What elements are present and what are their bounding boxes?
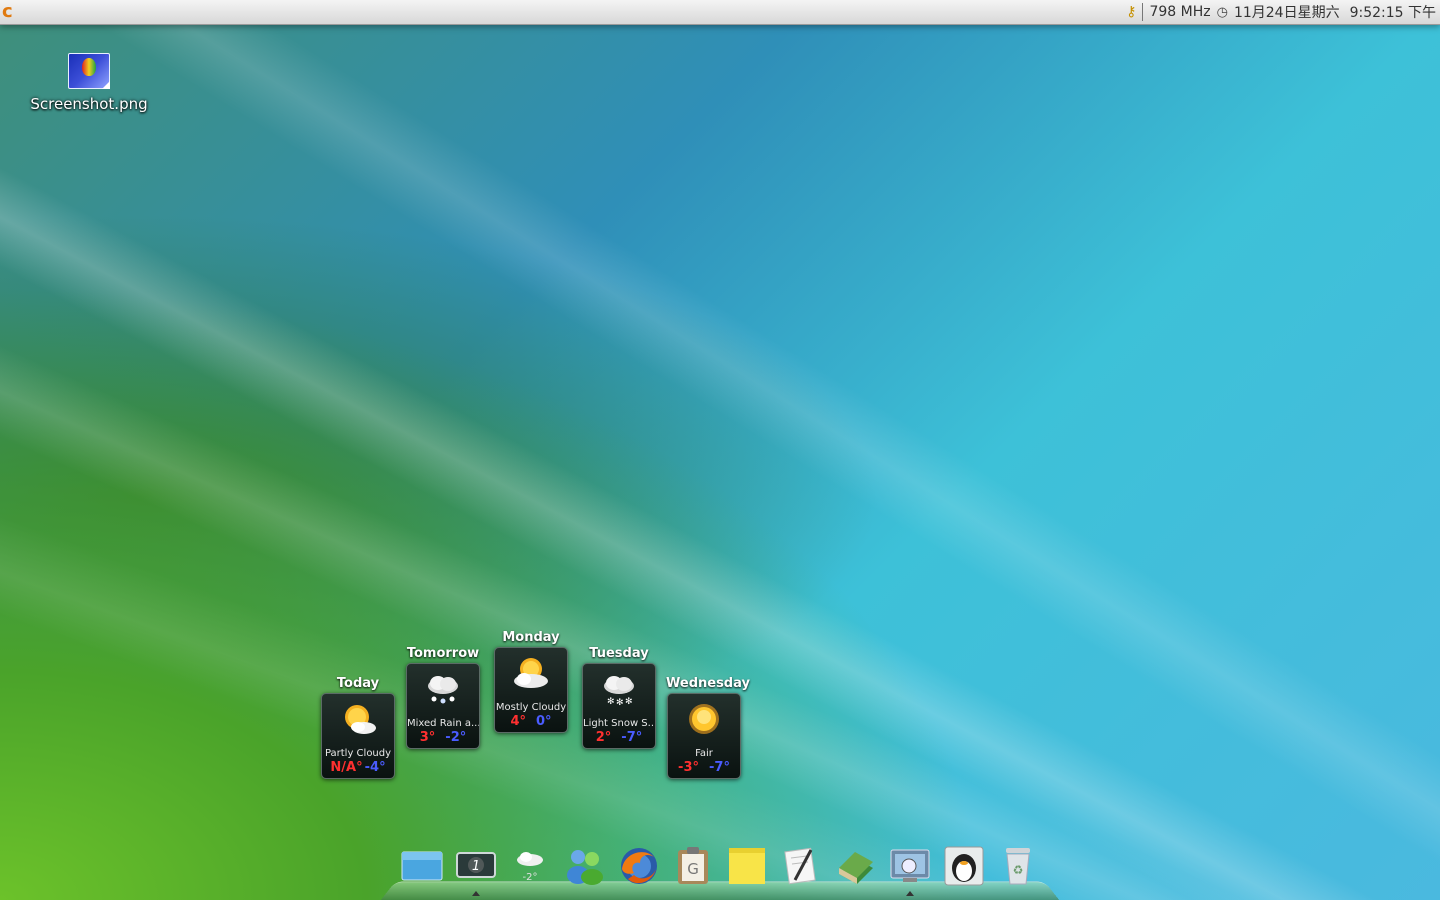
weather-day-wednesday[interactable]: Wednesday Fair -3° -7° [666, 676, 750, 779]
dock-sticky-notes[interactable] [725, 844, 769, 888]
weather-card[interactable]: Mostly Cloudy 4° 0° [494, 647, 568, 733]
svg-text:♻: ♻ [1013, 863, 1024, 877]
svg-text:G: G [687, 860, 699, 878]
mostly-cloudy-icon [514, 658, 548, 688]
dock-qq[interactable] [942, 844, 986, 888]
trash-icon: ♻ [1005, 848, 1030, 885]
screenshot-tool-icon [890, 849, 930, 882]
workspace-number: 1 [472, 859, 480, 874]
weather-condition: Fair [695, 748, 713, 759]
weather-condition: Mixed Rain a... [407, 718, 479, 729]
running-indicator [472, 891, 481, 896]
temp-low: -4° [364, 760, 386, 775]
weather-icon: -2° [517, 852, 544, 883]
desktop-file-label[interactable]: Screenshot.png [28, 95, 150, 113]
weather-day-tuesday[interactable]: Tuesday ✻ ✻ ✻ Light Snow S... 2° -7° [581, 646, 657, 749]
weather-temps: -3° -7° [668, 760, 740, 775]
svg-text:✻: ✻ [625, 697, 633, 706]
dictionary-icon [839, 852, 874, 884]
dock: 1 -2° G ♻ [400, 842, 1040, 896]
weather-condition: Light Snow S... [583, 718, 655, 729]
weather-badge: -2° [523, 872, 538, 883]
weather-condition: Partly Cloudy [324, 748, 392, 759]
rain-snow-icon [428, 676, 458, 704]
dock-trash[interactable]: ♻ [996, 844, 1040, 888]
weather-card[interactable]: Mixed Rain a... 3° -2° [406, 663, 480, 749]
dock-workspace-switcher[interactable]: 1 [454, 844, 498, 896]
svg-text:✻: ✻ [616, 698, 624, 706]
sun-icon [689, 704, 719, 734]
desktop-file-screenshot[interactable]: Screenshot.png [28, 53, 150, 113]
temp-high: 2° [595, 730, 612, 745]
weather-card[interactable]: Fair -3° -7° [667, 693, 741, 779]
partly-cloudy-icon [345, 705, 376, 734]
panel-tray: ⚷ 798 MHz ◷ 11月24日星期六 9:52:15 下午 [1126, 2, 1440, 22]
weather-day-today[interactable]: Today Partly Cloudy N/A° -4° [320, 676, 396, 779]
firefox-icon [620, 848, 657, 884]
dock-contacts[interactable] [563, 844, 607, 888]
weather-day-name: Monday [502, 630, 560, 645]
running-indicator [905, 891, 914, 896]
desktop-icon [401, 851, 443, 881]
dock-show-desktop[interactable] [400, 844, 444, 888]
svg-text:✻: ✻ [607, 697, 615, 706]
temp-low: -7° [621, 730, 643, 745]
panel-date[interactable]: 11月24日星期六 [1234, 2, 1340, 22]
qq-penguin-icon [944, 846, 984, 886]
top-panel: c ⚷ 798 MHz ◷ 11月24日星期六 9:52:15 下午 [0, 0, 1440, 25]
temp-low: 0° [536, 714, 552, 729]
weather-temps: N/A° -4° [322, 760, 394, 775]
dock-firefox[interactable] [617, 844, 661, 888]
weather-temps: 2° -7° [583, 730, 655, 745]
temp-high: N/A° [330, 760, 363, 775]
temp-high: -3° [678, 760, 699, 775]
contacts-icon [566, 850, 603, 885]
clock-icon: ◷ [1216, 4, 1228, 20]
dock-screenshot-tool[interactable] [888, 844, 932, 896]
image-file-icon[interactable] [68, 53, 110, 89]
weather-day-tomorrow[interactable]: Tomorrow Mixed Rain a... 3° -2° [405, 646, 481, 749]
temp-high: 4° [510, 714, 526, 729]
weather-temps: 3° -2° [407, 730, 479, 745]
weather-card[interactable]: Partly Cloudy N/A° -4° [321, 693, 395, 779]
weather-card[interactable]: ✻ ✻ ✻ Light Snow S... 2° -7° [582, 663, 656, 749]
weather-day-name: Today [336, 676, 380, 691]
main-menu-icon[interactable]: c [2, 3, 20, 21]
dock-text-editor[interactable] [779, 844, 823, 888]
weather-day-name: Wednesday [666, 676, 750, 691]
weather-condition: Mostly Cloudy [495, 702, 567, 713]
weather-day-name: Tomorrow [406, 646, 480, 661]
temp-low: -2° [445, 730, 467, 745]
temp-high: 3° [419, 730, 436, 745]
desktop[interactable]: c ⚷ 798 MHz ◷ 11月24日星期六 9:52:15 下午 Scree… [0, 0, 1440, 900]
panel-time[interactable]: 9:52:15 下午 [1350, 2, 1436, 22]
cpu-frequency[interactable]: 798 MHz [1149, 4, 1210, 20]
workspace-switcher-icon: 1 [456, 852, 497, 878]
dock-clipboard[interactable]: G [671, 844, 715, 888]
light-snow-icon: ✻ ✻ ✻ [604, 676, 634, 706]
panel-separator [1142, 3, 1144, 21]
dock-weather[interactable]: -2° [508, 844, 552, 888]
weather-day-name: Tuesday [589, 646, 649, 661]
keyring-icon[interactable]: ⚷ [1126, 4, 1136, 20]
text-editor-icon [784, 847, 816, 885]
dock-dictionary[interactable] [833, 844, 877, 888]
temp-low: -7° [709, 760, 730, 775]
clipboard-icon: G [677, 847, 708, 884]
weather-temps: 4° 0° [495, 714, 567, 729]
sticky-note-icon [729, 848, 766, 884]
weather-day-monday[interactable]: Monday Mostly Cloudy 4° 0° [493, 630, 569, 733]
